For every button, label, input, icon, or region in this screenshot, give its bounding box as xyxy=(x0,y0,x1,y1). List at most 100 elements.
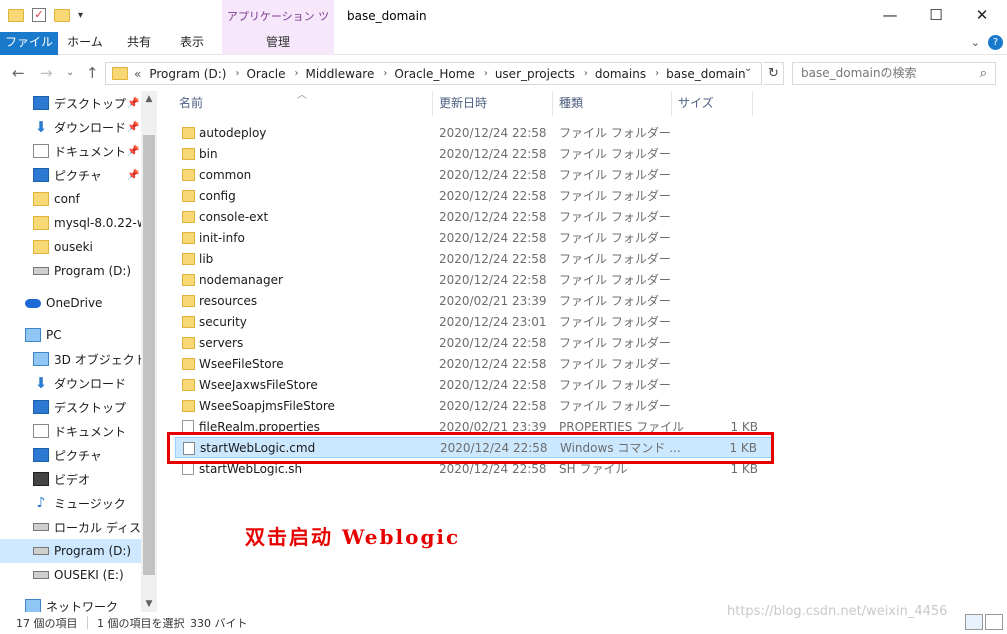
help-icon[interactable]: ? xyxy=(988,35,1003,50)
breadcrumb-overflow[interactable]: « xyxy=(134,67,141,81)
sidebar-item-local-disk-c[interactable]: ローカル ディスク (C xyxy=(0,515,141,539)
folder-row[interactable]: config 2020/12/24 22:58 ファイル フォルダー xyxy=(175,185,772,206)
sidebar-item-desktop[interactable]: デスクトップ xyxy=(0,395,141,419)
address-dropdown-icon[interactable]: ⌄ xyxy=(744,63,752,74)
recent-locations-icon[interactable]: ⌄ xyxy=(66,67,74,78)
sidebar-item-desktop-pinned[interactable]: デスクトップ 📌 xyxy=(0,91,141,115)
sidebar-item-label: ビデオ xyxy=(54,472,91,487)
sidebar-item-ouseki[interactable]: ouseki xyxy=(0,235,141,259)
folder-row[interactable]: servers 2020/12/24 22:58 ファイル フォルダー xyxy=(175,332,772,353)
breadcrumb-domains[interactable]: domains xyxy=(595,67,646,81)
folder-icon xyxy=(182,211,195,223)
up-icon[interactable]: ↑ xyxy=(86,64,99,82)
breadcrumb-separator-icon[interactable]: › xyxy=(294,68,298,79)
folder-row[interactable]: resources 2020/02/21 23:39 ファイル フォルダー xyxy=(175,290,772,311)
forward-icon[interactable]: → xyxy=(40,64,53,82)
sidebar-item-videos[interactable]: ビデオ xyxy=(0,467,141,491)
sidebar-item-3d-objects[interactable]: 3D オブジェクト xyxy=(0,347,141,371)
sidebar-item-downloads[interactable]: ⬇ ダウンロード xyxy=(0,371,141,395)
tab-file[interactable]: ファイル xyxy=(0,32,58,55)
breadcrumb-oracle-home[interactable]: Oracle_Home xyxy=(394,67,474,81)
column-divider[interactable] xyxy=(552,91,553,116)
sidebar-scrollbar[interactable]: ▲ ▼ xyxy=(141,91,157,612)
folder-row[interactable]: WseeSoapjmsFileStore 2020/12/24 22:58 ファイル… xyxy=(175,395,772,416)
folder-icon xyxy=(8,8,24,22)
sidebar-item-program-d[interactable]: Program (D:) xyxy=(0,539,141,563)
tab-home[interactable]: ホーム xyxy=(63,32,107,55)
column-header-size[interactable]: サイズ xyxy=(678,91,714,116)
scrollbar-thumb[interactable] xyxy=(143,135,155,575)
column-header-type[interactable]: 種類 xyxy=(559,91,583,116)
folder-row[interactable]: autodeploy 2020/12/24 22:58 ファイル フォルダー xyxy=(175,122,772,143)
column-divider[interactable] xyxy=(752,91,753,116)
sidebar-item-documents[interactable]: ドキュメント xyxy=(0,419,141,443)
breadcrumb-user-projects[interactable]: user_projects xyxy=(495,67,575,81)
folder-row[interactable]: bin 2020/12/24 22:58 ファイル フォルダー xyxy=(175,143,772,164)
folder-row[interactable]: init-info 2020/12/24 22:58 ファイル フォルダー xyxy=(175,227,772,248)
sidebar-item-network[interactable]: ネットワーク xyxy=(0,594,141,612)
sidebar-item-downloads-pinned[interactable]: ⬇ ダウンロード 📌 xyxy=(0,115,141,139)
details-view-icon[interactable] xyxy=(965,614,983,630)
sidebar-item-pc[interactable]: PC xyxy=(0,323,141,347)
sidebar-item-conf[interactable]: conf xyxy=(0,187,141,211)
close-button[interactable]: ✕ xyxy=(959,0,1005,32)
sidebar-item-label: ドキュメント xyxy=(54,144,127,159)
breadcrumb-middleware[interactable]: Middleware xyxy=(305,67,374,81)
sidebar-item-music[interactable]: ♪ ミュージック xyxy=(0,491,141,515)
column-divider[interactable] xyxy=(671,91,672,116)
pin-icon: 📌 xyxy=(127,169,140,181)
column-header-name[interactable]: 名前 xyxy=(179,91,203,116)
folder-row[interactable]: WseeFileStore 2020/12/24 22:58 ファイル フォルダー xyxy=(175,353,772,374)
qat-dropdown-icon[interactable]: ▾ xyxy=(78,10,83,21)
search-box[interactable]: base_domainの検索 ⌕ xyxy=(792,62,996,85)
column-divider[interactable] xyxy=(432,91,433,116)
status-item-count: 17 個の項目 xyxy=(16,617,78,630)
maximize-button[interactable]: ☐ xyxy=(913,0,959,32)
sidebar-item-ouseki-e[interactable]: OUSEKI (E:) xyxy=(0,563,141,587)
breadcrumb-separator-icon[interactable]: › xyxy=(655,68,659,79)
sidebar-item-onedrive[interactable]: OneDrive xyxy=(0,291,141,315)
sidebar-item-label: OneDrive xyxy=(46,296,103,310)
expand-ribbon-icon[interactable]: ⌄ xyxy=(971,36,980,49)
folder-row[interactable]: security 2020/12/24 23:01 ファイル フォルダー xyxy=(175,311,772,332)
folder-row[interactable]: WseeJaxwsFileStore 2020/12/24 22:58 ファイル フ… xyxy=(175,374,772,395)
file-type: ファイル フォルダー xyxy=(559,378,671,392)
breadcrumb-oracle[interactable]: Oracle xyxy=(246,67,285,81)
folder-row[interactable]: console-ext 2020/12/24 22:58 ファイル フォルダー xyxy=(175,206,772,227)
file-name: resources xyxy=(199,293,258,308)
file-modified-date: 2020/02/21 23:39 xyxy=(439,293,547,308)
tab-share[interactable]: 共有 xyxy=(117,32,161,55)
tab-view[interactable]: 表示 xyxy=(170,32,214,55)
scroll-down-icon[interactable]: ▼ xyxy=(141,596,157,612)
breadcrumb-program-d[interactable]: Program (D:) xyxy=(149,67,226,81)
breadcrumb-separator-icon[interactable]: › xyxy=(235,68,239,79)
minimize-button[interactable]: — xyxy=(867,0,913,32)
scroll-up-icon[interactable]: ▲ xyxy=(141,91,157,107)
file-name: init-info xyxy=(199,230,245,245)
sidebar-item-label: ピクチャ xyxy=(54,168,102,183)
breadcrumb-separator-icon[interactable]: › xyxy=(484,68,488,79)
file-modified-date: 2020/12/24 22:58 xyxy=(439,146,547,161)
address-bar[interactable]: « Program (D:) › Oracle › Middleware › O… xyxy=(105,62,762,85)
file-type: ファイル フォルダー xyxy=(559,210,671,224)
folder-row[interactable]: lib 2020/12/24 22:58 ファイル フォルダー xyxy=(175,248,772,269)
refresh-icon[interactable]: ↻ xyxy=(764,62,784,85)
new-folder-icon[interactable] xyxy=(54,8,70,22)
breadcrumb-base-domain[interactable]: base_domain xyxy=(666,67,746,81)
sidebar-item-documents-pinned[interactable]: ドキュメント 📌 xyxy=(0,139,141,163)
back-icon[interactable]: ← xyxy=(12,64,25,82)
file-modified-date: 2020/12/24 22:58 xyxy=(439,377,547,392)
sidebar-item-program-d-quick[interactable]: Program (D:) xyxy=(0,259,141,283)
breadcrumb-separator-icon[interactable]: › xyxy=(383,68,387,79)
tab-manage[interactable]: 管理 xyxy=(222,32,334,55)
folder-row[interactable]: common 2020/12/24 22:58 ファイル フォルダー xyxy=(175,164,772,185)
sidebar-item-pictures-pinned[interactable]: ピクチャ 📌 xyxy=(0,163,141,187)
sidebar-item-mysql[interactable]: mysql-8.0.22-wir xyxy=(0,211,141,235)
large-icons-view-icon[interactable] xyxy=(985,614,1003,630)
properties-check-icon[interactable]: ✓ xyxy=(32,8,46,22)
column-header-date[interactable]: 更新日時 xyxy=(439,91,487,116)
breadcrumb-separator-icon[interactable]: › xyxy=(584,68,588,79)
folder-row[interactable]: nodemanager 2020/12/24 22:58 ファイル フォルダー xyxy=(175,269,772,290)
sidebar-item-label: Program (D:) xyxy=(54,264,132,278)
sidebar-item-pictures[interactable]: ピクチャ xyxy=(0,443,141,467)
